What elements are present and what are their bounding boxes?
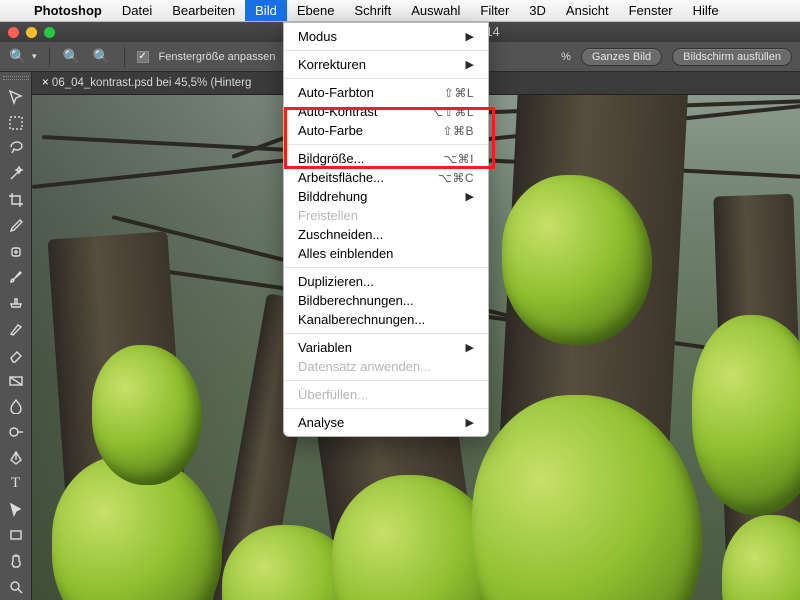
menu-item-analyse[interactable]: Analyse▶ [284, 413, 488, 432]
menu-bearbeiten[interactable]: Bearbeiten [162, 0, 245, 21]
fit-image-button[interactable]: Ganzes Bild [581, 48, 662, 66]
marquee-tool[interactable] [3, 111, 29, 135]
zoom-tool-icon: 🔍 [8, 47, 28, 67]
clone-stamp-tool[interactable] [3, 291, 29, 315]
menu-item-korrekturen[interactable]: Korrekturen▶ [284, 55, 488, 74]
move-tool[interactable] [3, 85, 29, 109]
zoom-in-icon[interactable]: 🔍 [62, 47, 82, 67]
menu-datei[interactable]: Datei [112, 0, 162, 21]
resize-window-label: Fenstergröße anpassen [159, 51, 276, 63]
menu-item-datensatz: Datensatz anwenden... [284, 357, 488, 376]
panel-grip[interactable] [3, 74, 29, 82]
blur-tool[interactable] [3, 395, 29, 419]
menu-filter[interactable]: Filter [470, 0, 519, 21]
document-tab-label: 06_04_kontrast.psd bei 45,5% (Hinterg [52, 77, 251, 89]
menu-bild[interactable]: Bild [245, 0, 287, 21]
gradient-tool[interactable] [3, 369, 29, 393]
menu-schrift[interactable]: Schrift [344, 0, 401, 21]
resize-window-checkbox[interactable]: ✓ [137, 51, 149, 63]
lasso-tool[interactable] [3, 137, 29, 161]
menu-item-bilddrehung[interactable]: Bilddrehung▶ [284, 187, 488, 206]
bild-menu-dropdown: Modus▶ Korrekturen▶ Auto-Farbton⇧⌘L Auto… [283, 22, 489, 437]
path-select-tool[interactable] [3, 498, 29, 522]
menu-item-arbeitsflaeche[interactable]: Arbeitsfläche...⌥⌘C [284, 168, 488, 187]
zoom-pct-suffix: % [561, 51, 571, 63]
menu-item-duplizieren[interactable]: Duplizieren... [284, 272, 488, 291]
submenu-arrow-icon: ▶ [466, 416, 474, 429]
separator [124, 47, 125, 67]
brush-tool[interactable] [3, 266, 29, 290]
chevron-down-icon: ▾ [32, 51, 37, 62]
menu-item-freistellen: Freistellen [284, 206, 488, 225]
dodge-tool[interactable] [3, 420, 29, 444]
menu-auswahl[interactable]: Auswahl [401, 0, 470, 21]
menu-ebene[interactable]: Ebene [287, 0, 345, 21]
menu-hilfe[interactable]: Hilfe [683, 0, 729, 21]
submenu-arrow-icon: ▶ [466, 341, 474, 354]
menu-item-modus[interactable]: Modus▶ [284, 27, 488, 46]
fill-screen-button[interactable]: Bildschirm ausfüllen [672, 48, 792, 66]
mac-menubar: Photoshop Datei Bearbeiten Bild Ebene Sc… [0, 0, 800, 22]
minimize-button[interactable] [26, 27, 37, 38]
healing-brush-tool[interactable] [3, 240, 29, 264]
tool-preset-dropdown[interactable]: 🔍 ▾ [8, 47, 37, 67]
menu-item-variablen[interactable]: Variablen▶ [284, 338, 488, 357]
menu-item-auto-kontrast[interactable]: Auto-Kontrast⌥⇧⌘L [284, 102, 488, 121]
menu-item-auto-farbton[interactable]: Auto-Farbton⇧⌘L [284, 83, 488, 102]
pen-tool[interactable] [3, 446, 29, 470]
app-name[interactable]: Photoshop [24, 3, 112, 18]
zoom-out-icon[interactable]: 🔍 [92, 47, 112, 67]
tools-panel: T [0, 72, 32, 600]
traffic-lights [8, 27, 55, 38]
menu-3d[interactable]: 3D [519, 0, 556, 21]
menu-item-bildberechnungen[interactable]: Bildberechnungen... [284, 291, 488, 310]
rectangle-tool[interactable] [3, 523, 29, 547]
zoom-tool[interactable] [3, 575, 29, 599]
eyedropper-tool[interactable] [3, 214, 29, 238]
menu-item-kanalberechnungen[interactable]: Kanalberechnungen... [284, 310, 488, 329]
hand-tool[interactable] [3, 549, 29, 573]
menu-item-ueberfuellen: Überfüllen... [284, 385, 488, 404]
maximize-button[interactable] [44, 27, 55, 38]
history-brush-tool[interactable] [3, 317, 29, 341]
menu-item-bildgroesse[interactable]: Bildgröße...⌥⌘I [284, 149, 488, 168]
close-button[interactable] [8, 27, 19, 38]
separator [49, 47, 50, 67]
eraser-tool[interactable] [3, 343, 29, 367]
magic-wand-tool[interactable] [3, 162, 29, 186]
submenu-arrow-icon: ▶ [466, 30, 474, 43]
crop-tool[interactable] [3, 188, 29, 212]
submenu-arrow-icon: ▶ [466, 190, 474, 203]
submenu-arrow-icon: ▶ [466, 58, 474, 71]
menu-item-auto-farbe[interactable]: Auto-Farbe⇧⌘B [284, 121, 488, 140]
type-tool[interactable]: T [3, 472, 29, 496]
menu-fenster[interactable]: Fenster [619, 0, 683, 21]
menu-ansicht[interactable]: Ansicht [556, 0, 619, 21]
menu-item-alles-einblenden[interactable]: Alles einblenden [284, 244, 488, 263]
menu-item-zuschneiden[interactable]: Zuschneiden... [284, 225, 488, 244]
